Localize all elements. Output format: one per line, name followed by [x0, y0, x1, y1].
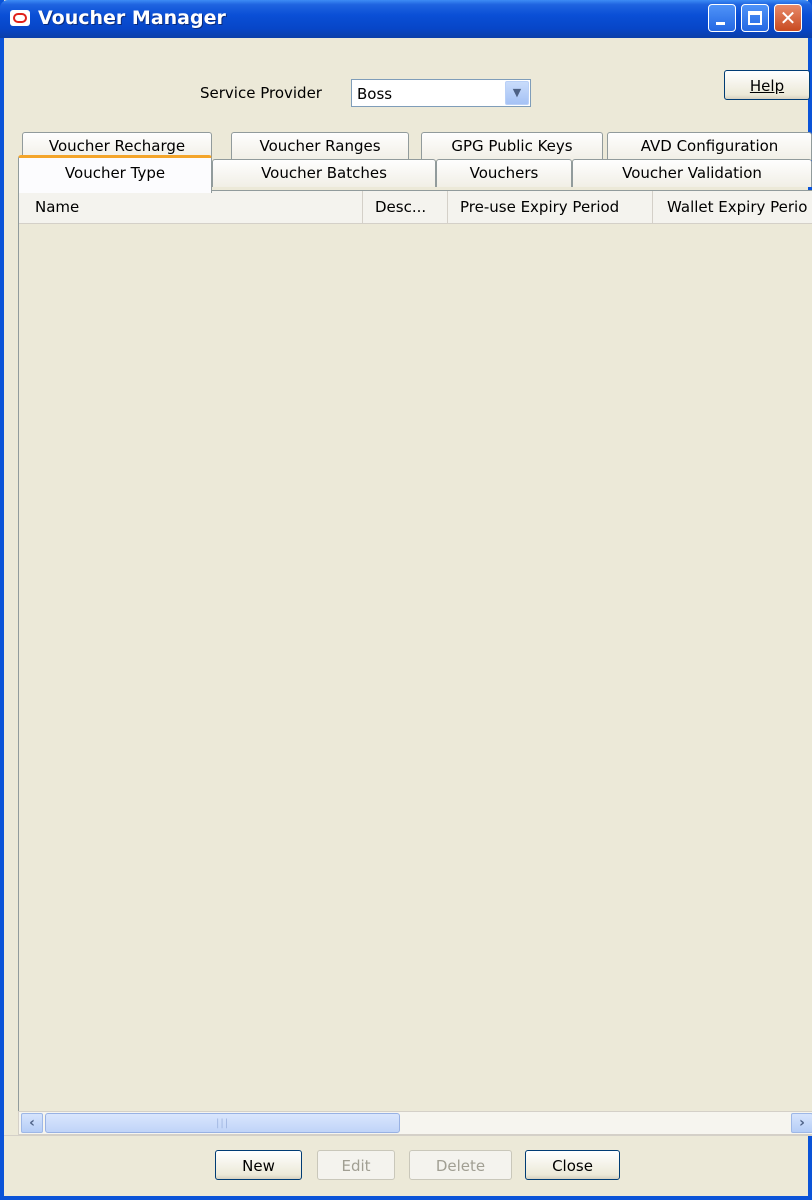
tab-gpg-public-keys[interactable]: GPG Public Keys	[421, 132, 603, 160]
column-description[interactable]: Desc...	[363, 191, 448, 223]
table-header: Name Desc... Pre-use Expiry Period Walle…	[19, 191, 812, 224]
service-provider-value: Boss	[357, 85, 393, 103]
close-icon[interactable]: ✕	[774, 4, 802, 32]
maximize-icon[interactable]	[741, 4, 769, 32]
voucher-type-panel: Name Desc... Pre-use Expiry Period Walle…	[18, 190, 812, 1113]
help-label: Help	[749, 77, 785, 95]
column-name[interactable]: Name	[19, 191, 363, 223]
new-button[interactable]: New	[215, 1150, 302, 1180]
arrow-left-icon[interactable]: ‹	[21, 1113, 43, 1133]
chevron-down-icon[interactable]: ▼	[505, 81, 529, 105]
arrow-right-icon[interactable]: ›	[791, 1113, 812, 1133]
help-button[interactable]: Help	[724, 70, 810, 100]
edit-button[interactable]: Edit	[317, 1150, 395, 1180]
service-provider-label: Service Provider	[200, 84, 322, 102]
close-button[interactable]: Close	[525, 1150, 620, 1180]
column-pre-use-expiry-period[interactable]: Pre-use Expiry Period	[448, 191, 653, 223]
tab-voucher-validation[interactable]: Voucher Validation	[572, 159, 812, 187]
window-title: Voucher Manager	[38, 7, 226, 29]
column-wallet-expiry-period[interactable]: Wallet Expiry Perio	[653, 191, 812, 223]
tab-voucher-batches[interactable]: Voucher Batches	[212, 159, 436, 187]
divider	[4, 1135, 812, 1136]
service-provider-select[interactable]: Boss ▼	[351, 79, 531, 107]
oracle-logo-icon	[10, 10, 30, 26]
minimize-icon[interactable]	[708, 4, 736, 32]
voucher-manager-window: Voucher Manager ✕ Service Provider Boss …	[0, 0, 812, 1200]
title-bar[interactable]: Voucher Manager ✕	[0, 0, 812, 38]
tab-voucher-ranges[interactable]: Voucher Ranges	[231, 132, 409, 160]
delete-button[interactable]: Delete	[409, 1150, 512, 1180]
tab-voucher-type[interactable]: Voucher Type	[18, 155, 212, 193]
tab-avd-configuration[interactable]: AVD Configuration	[607, 132, 812, 160]
grip-icon: |||	[216, 1118, 230, 1129]
horizontal-scrollbar[interactable]: ‹ ||| ›	[18, 1111, 812, 1135]
scrollbar-thumb[interactable]: |||	[45, 1113, 400, 1133]
tab-vouchers[interactable]: Vouchers	[436, 159, 572, 187]
